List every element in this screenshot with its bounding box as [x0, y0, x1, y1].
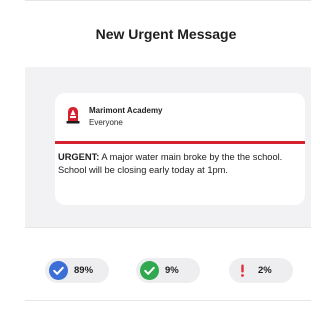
audience-label: Everyone [89, 118, 123, 127]
sender-row: Marimont Academy Everyone [55, 93, 305, 141]
stat-pill-failed[interactable]: 2% [229, 258, 293, 283]
sender-name: Marimont Academy [89, 106, 163, 115]
school-logo-icon [66, 107, 80, 124]
message-preview-area: Marimont Academy Everyone URGENT: A majo… [25, 67, 311, 227]
stat-value: 9% [165, 265, 179, 276]
check-circle-green-icon [140, 261, 159, 280]
urgent-accent-bar [55, 141, 305, 144]
stat-pill-acknowledged[interactable]: 89% [45, 258, 109, 283]
urgent-label: URGENT: [58, 152, 100, 162]
urgent-message-panel: New Urgent Message Marimont Academy Ever… [0, 0, 311, 313]
check-circle-blue-icon [49, 261, 68, 280]
response-stats: 89% 9% 2% [25, 228, 311, 300]
exclamation-icon [241, 264, 244, 277]
header: New Urgent Message [25, 1, 311, 67]
page-title: New Urgent Message [95, 26, 237, 42]
message-body: URGENT: A major water main broke by the … [58, 151, 298, 176]
message-card[interactable]: Marimont Academy Everyone URGENT: A majo… [55, 93, 305, 205]
stat-value: 89% [74, 265, 94, 276]
stat-value: 2% [258, 265, 272, 276]
stat-pill-read[interactable]: 9% [136, 258, 200, 283]
bottom-divider [25, 300, 311, 301]
